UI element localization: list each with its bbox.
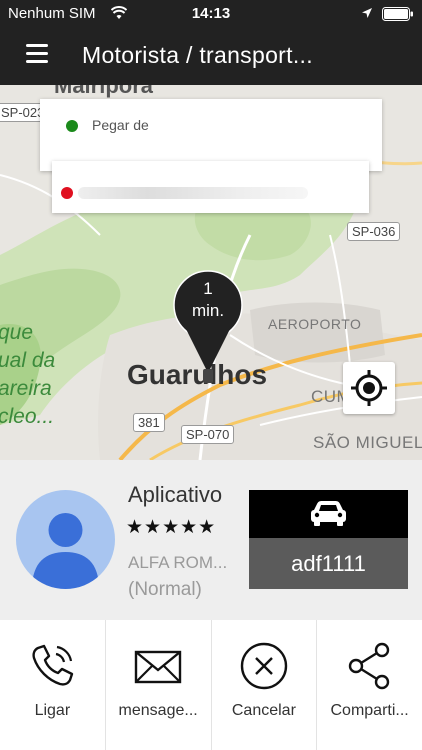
share-button[interactable]: Comparti... bbox=[317, 620, 422, 750]
message-label: mensage... bbox=[118, 702, 198, 719]
map-label-park-2: ual da bbox=[0, 349, 56, 372]
destination-dot-icon bbox=[61, 187, 73, 199]
destination-address-card[interactable] bbox=[52, 161, 369, 213]
pickup-label: Pegar de bbox=[92, 117, 149, 133]
destination-address-redacted bbox=[78, 187, 308, 199]
driver-panel: Aplicativo ★★★★★ ALFA ROM... (Normal) ad… bbox=[0, 460, 422, 620]
app-bar: Motorista / transport... bbox=[0, 28, 422, 85]
vehicle-plate-card: adf1111 bbox=[249, 490, 408, 589]
driver-rating-stars: ★★★★★ bbox=[126, 517, 217, 538]
location-arrow-icon bbox=[362, 8, 372, 18]
status-bar: Nenhum SIM 14:13 bbox=[0, 0, 422, 28]
phone-icon bbox=[32, 644, 74, 686]
road-sign-sp070: SP-070 bbox=[181, 425, 235, 444]
cancel-label: Cancelar bbox=[231, 702, 296, 719]
map-label-sao-miguel: SÃO MIGUEL bbox=[313, 433, 422, 452]
action-bar: Ligar mensage... Cancelar Comparti... bbox=[0, 620, 422, 750]
road-sign-sp036: SP-036 bbox=[347, 222, 401, 241]
mail-icon bbox=[134, 650, 182, 684]
map-label-park-3: areira bbox=[0, 377, 52, 400]
map-label-park-4: cleo... bbox=[0, 405, 55, 428]
status-time: 14:13 bbox=[191, 5, 231, 22]
map-view[interactable]: Mairiporã SP-023 SP-036 AEROPORTO Guarul… bbox=[0, 85, 422, 460]
share-label: Comparti... bbox=[330, 702, 409, 719]
driver-category: (Normal) bbox=[128, 579, 202, 600]
message-button[interactable]: mensage... bbox=[106, 620, 212, 750]
road-sign-381: 381 bbox=[133, 413, 165, 432]
map-label-mairipora: Mairiporã bbox=[54, 85, 154, 98]
battery-icon bbox=[382, 7, 413, 21]
map-label-aeroporto: AEROPORTO bbox=[268, 316, 362, 332]
pickup-dot-icon bbox=[66, 120, 78, 132]
cancel-button[interactable]: Cancelar bbox=[212, 620, 318, 750]
call-button[interactable]: Ligar bbox=[0, 620, 106, 750]
eta-value: 1 bbox=[203, 279, 213, 298]
menu-icon[interactable] bbox=[26, 44, 48, 66]
vehicle-plate-number: adf1111 bbox=[249, 538, 408, 589]
avatar bbox=[16, 490, 115, 589]
call-label: Ligar bbox=[34, 702, 71, 719]
person-icon bbox=[32, 513, 99, 589]
vehicle-header bbox=[249, 490, 408, 538]
page-title: Motorista / transport... bbox=[82, 42, 313, 68]
eta-pin: 1 min. bbox=[172, 269, 244, 387]
eta-unit: min. bbox=[191, 301, 225, 320]
crosshair-icon bbox=[351, 370, 387, 406]
my-location-button[interactable] bbox=[343, 362, 395, 414]
car-icon bbox=[311, 501, 346, 526]
map-label-park-1: que bbox=[0, 321, 34, 344]
driver-car-model: ALFA ROM... bbox=[128, 553, 228, 572]
share-icon bbox=[348, 642, 389, 690]
cancel-icon bbox=[240, 642, 288, 690]
driver-name: Aplicativo bbox=[128, 482, 223, 507]
